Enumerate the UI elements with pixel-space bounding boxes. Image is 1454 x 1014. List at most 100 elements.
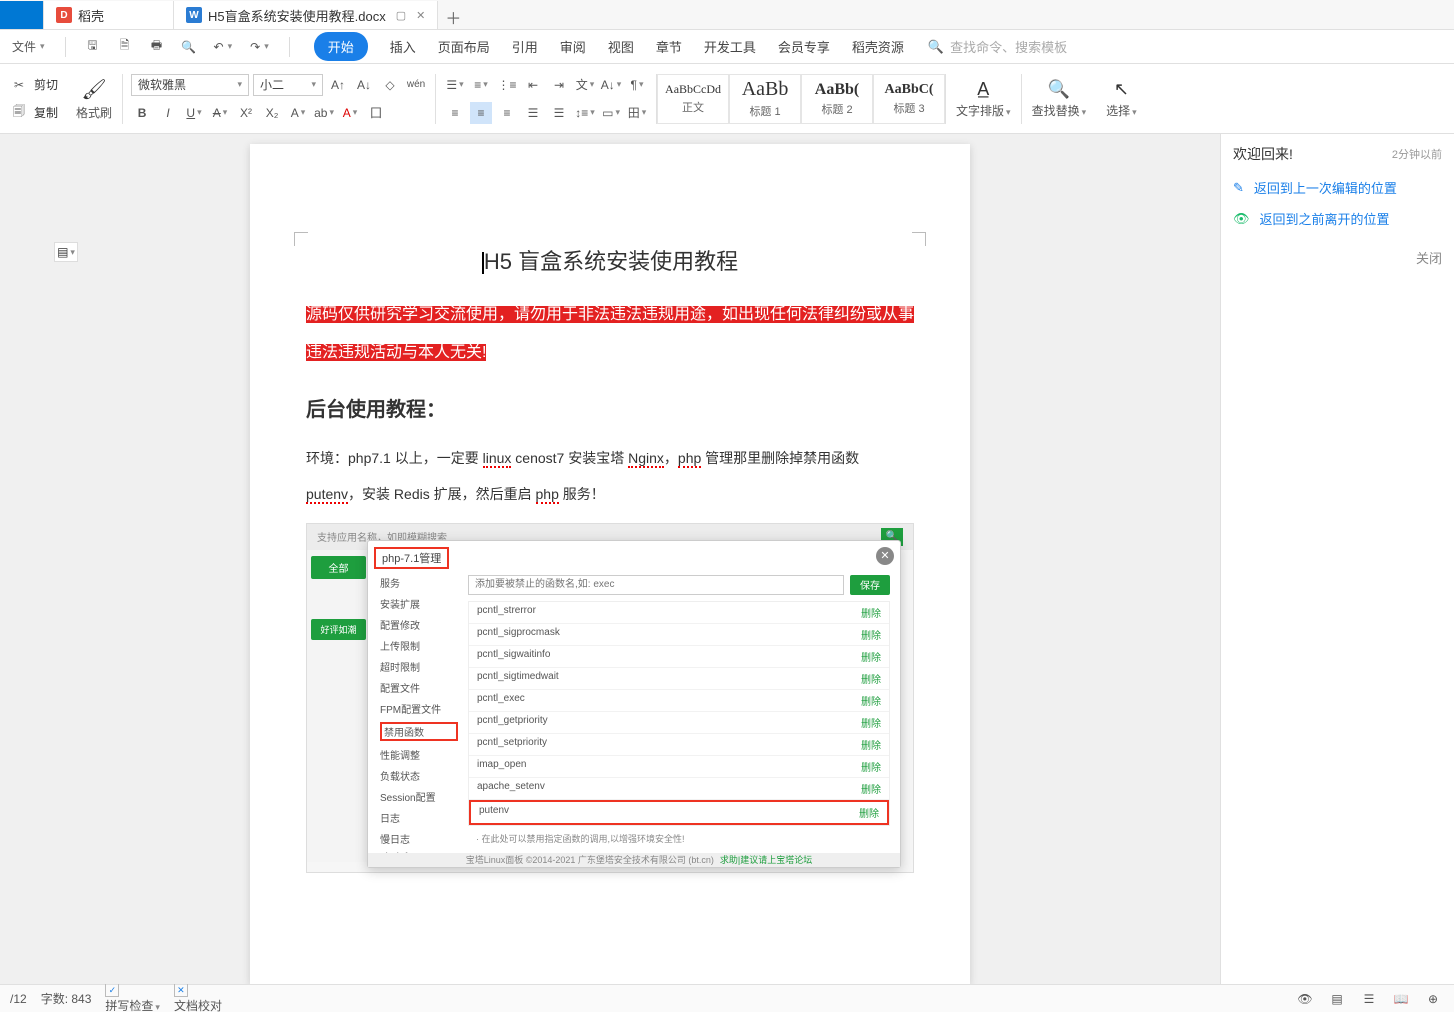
italic-icon[interactable]: I	[157, 102, 179, 124]
menu-chapter[interactable]: 章节	[656, 31, 682, 62]
tab-home[interactable]	[0, 1, 44, 29]
cursor-icon: ↖	[1114, 79, 1129, 100]
page-indicator[interactable]: /12	[10, 992, 27, 1006]
word-count[interactable]: 字数: 843	[41, 990, 92, 1007]
doc-title: H5 盲盒系统安装使用教程	[306, 244, 914, 276]
quick-toolbar: 文件▾ 🖫 🗎 🖶 🔍 ↶▾ ↷▾	[0, 36, 304, 58]
menu-insert[interactable]: 插入	[390, 31, 416, 62]
align-dist-icon[interactable]: ☰	[548, 102, 570, 124]
spell-check[interactable]: ✓拼写检查▾	[105, 983, 160, 1014]
find-replace-button[interactable]: 🔍 查找替换▾	[1022, 64, 1097, 133]
align-right-icon[interactable]: ≡	[496, 102, 518, 124]
doc-h2: 后台使用教程：	[306, 393, 914, 422]
menu-res[interactable]: 稻壳资源	[852, 31, 904, 62]
brush-label: 格式刷	[76, 104, 112, 121]
copy-icon[interactable]: 🗐	[8, 102, 30, 124]
shading-icon[interactable]: ▭▾	[600, 102, 622, 124]
clipboard-group: ✂剪切 🗐复制	[0, 64, 66, 133]
saveas-icon[interactable]: 🗎	[114, 36, 136, 58]
align-center-icon[interactable]: ≡	[470, 102, 492, 124]
menu-begin[interactable]: 开始	[314, 32, 368, 61]
tab-close-icon[interactable]: ✕	[416, 9, 425, 22]
ss-dialog: ✕ php-7.1管理 服务安装扩展配置修改上传限制超时限制配置文件FPM配置文…	[367, 540, 901, 868]
pencil-icon: ✎	[1233, 180, 1244, 196]
shrink-font-icon[interactable]: A↓	[353, 74, 375, 96]
font-color-icon[interactable]: A▾	[339, 102, 361, 124]
menu-view[interactable]: 视图	[608, 31, 634, 62]
find-icon: 🔍	[1048, 79, 1070, 100]
font-name-select[interactable]: 微软雅黑▾	[131, 74, 249, 96]
new-tab-button[interactable]: ＋	[438, 5, 468, 29]
text-layout-button[interactable]: A̲ 文字排版▾	[946, 64, 1021, 133]
subscript-icon[interactable]: X₂	[261, 102, 283, 124]
status-bar: /12 字数: 843 ✓拼写检查▾ ✕文档校对 👁 ▤ ☰ 📖 ⊕	[0, 984, 1454, 1012]
show-marks-icon[interactable]: ¶▾	[626, 74, 648, 96]
clear-format-icon[interactable]: ◇	[379, 74, 401, 96]
eye-mode-icon[interactable]: 👁	[1294, 988, 1316, 1010]
print-icon[interactable]: 🖶	[146, 36, 168, 58]
document-area[interactable]: ▤▾ H5 盲盒系统安装使用教程 源码仅供研究学习交流使用，请勿用于非法违法违规…	[0, 134, 1220, 984]
underline-icon[interactable]: U▾	[183, 102, 205, 124]
style-gallery[interactable]: AaBbCcDd正文 AaBb标题 1 AaBb(标题 2 AaBbC(标题 3	[657, 74, 945, 124]
menu-vip[interactable]: 会员专享	[778, 31, 830, 62]
char-border-icon[interactable]: 囗	[365, 102, 387, 124]
style-body[interactable]: AaBbCcDd正文	[657, 74, 729, 124]
return-previous-link[interactable]: 👁 返回到之前离开的位置	[1233, 209, 1442, 228]
indent-dec-icon[interactable]: ⇤	[522, 74, 544, 96]
multilevel-icon[interactable]: ⋮≡	[496, 74, 518, 96]
doc-paragraph: 环境：php7.1 以上，一定要 linux cenost7 安装宝塔 Ngin…	[306, 440, 914, 513]
view-page-icon[interactable]: ▤	[1326, 988, 1348, 1010]
file-menu[interactable]: 文件▾	[8, 36, 49, 57]
page-options-button[interactable]: ▤▾	[54, 242, 78, 262]
undo-button[interactable]: ↶▾	[210, 38, 237, 56]
indent-inc-icon[interactable]: ⇥	[548, 74, 570, 96]
doc-proof[interactable]: ✕文档校对	[174, 983, 222, 1014]
view-web-icon[interactable]: ⊕	[1422, 988, 1444, 1010]
menu-devtool[interactable]: 开发工具	[704, 31, 756, 62]
numbering-icon[interactable]: ≡▾	[470, 74, 492, 96]
line-spacing-icon[interactable]: ↕≡▾	[574, 102, 596, 124]
sort-icon[interactable]: A↓▾	[600, 74, 622, 96]
superscript-icon[interactable]: X²	[235, 102, 257, 124]
style-h1[interactable]: AaBb标题 1	[729, 74, 801, 124]
menu-review[interactable]: 审阅	[560, 31, 586, 62]
style-h2[interactable]: AaBb(标题 2	[801, 74, 873, 124]
search-placeholder: 查找命令、搜索模板	[950, 37, 1067, 56]
font-size-select[interactable]: 小二▾	[253, 74, 323, 96]
view-read-icon[interactable]: 📖	[1390, 988, 1412, 1010]
daoke-icon: D	[56, 7, 72, 23]
tab-daoke[interactable]: D 稻壳	[44, 1, 174, 29]
ss-close-icon: ✕	[876, 547, 894, 565]
strike-icon[interactable]: A▾	[209, 102, 231, 124]
borders-icon[interactable]: 田▾	[626, 102, 648, 124]
tab-document-label: H5盲盒系统安装使用教程.docx	[208, 6, 386, 25]
phonetic-icon[interactable]: wén	[405, 74, 427, 96]
command-search[interactable]: 🔍 查找命令、搜索模板	[928, 37, 1067, 56]
word-icon: W	[186, 7, 202, 23]
format-brush[interactable]: 🖌 格式刷	[66, 64, 122, 133]
menu-ref[interactable]: 引用	[512, 31, 538, 62]
style-h3[interactable]: AaBbC(标题 3	[873, 74, 945, 124]
highlight-icon[interactable]: ab▾	[313, 102, 335, 124]
return-last-edit-link[interactable]: ✎ 返回到上一次编辑的位置	[1233, 178, 1442, 197]
bold-icon[interactable]: B	[131, 102, 153, 124]
tab-document[interactable]: W H5盲盒系统安装使用教程.docx ▢ ✕	[174, 1, 438, 29]
text-dir-icon[interactable]: 文▾	[574, 74, 596, 96]
align-justify-icon[interactable]: ☰	[522, 102, 544, 124]
grow-font-icon[interactable]: A↑	[327, 74, 349, 96]
cut-icon[interactable]: ✂	[8, 74, 30, 96]
search-icon: 🔍	[928, 39, 944, 55]
save-icon[interactable]: 🖫	[82, 36, 104, 58]
bullets-icon[interactable]: ☰▾	[444, 74, 466, 96]
text-layout-icon: A̲	[977, 79, 989, 100]
menu-layout[interactable]: 页面布局	[438, 31, 490, 62]
tab-popout-icon[interactable]: ▢	[396, 9, 406, 22]
redo-button[interactable]: ↷▾	[246, 38, 273, 56]
select-button[interactable]: ↖ 选择▾	[1096, 64, 1147, 133]
text-effect-icon[interactable]: A▾	[287, 102, 309, 124]
align-left-icon[interactable]: ≡	[444, 102, 466, 124]
preview-icon[interactable]: 🔍	[178, 36, 200, 58]
menu-tabs: 开始 插入 页面布局 引用 审阅 视图 章节 开发工具 会员专享 稻壳资源	[304, 31, 904, 62]
view-outline-icon[interactable]: ☰	[1358, 988, 1380, 1010]
panel-close[interactable]: 关闭	[1233, 248, 1442, 267]
